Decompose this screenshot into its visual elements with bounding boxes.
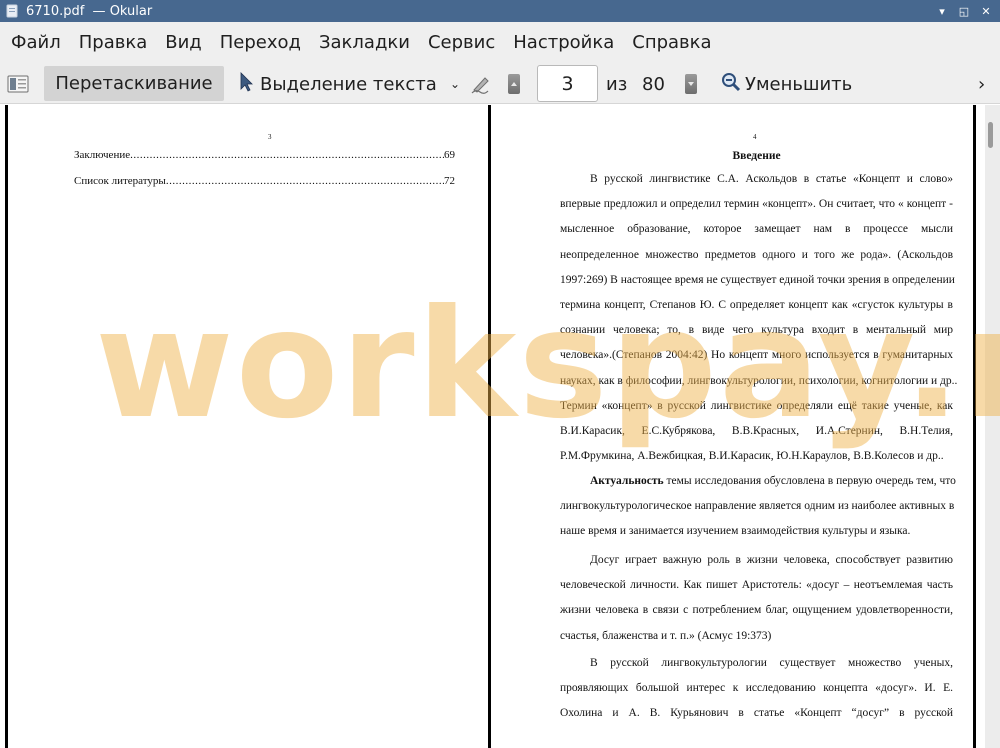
vertical-scrollbar[interactable]	[985, 105, 1000, 748]
left-page-number: 3	[268, 133, 272, 141]
text-line: жизни человека в связи с потреблением бл…	[560, 604, 953, 617]
text-line: мысленное образование, которое замещает …	[560, 223, 953, 236]
text-line: сознании человека; то, в виде чего культ…	[560, 324, 953, 337]
text-line: неопределенное множество предметов одног…	[560, 248, 953, 261]
text-line: проявляющих большой интерес к исследован…	[560, 682, 953, 695]
menu-bookmarks[interactable]: Закладки	[310, 22, 419, 64]
toc-leader	[130, 149, 444, 161]
bold-lead: Актуальность	[590, 475, 664, 487]
window-title: 6710.pdf — Okular	[26, 3, 153, 19]
text-line: В русской лингвокультурологии существует…	[590, 657, 953, 669]
maximize-button[interactable]: ◱	[955, 2, 973, 20]
paragraph-scholars: В русской лингвокультурологии существует…	[560, 651, 953, 727]
total-pages-label: 80	[642, 73, 665, 95]
paragraph-intro: В русской лингвистике С.А. Аскольдов в с…	[560, 167, 958, 469]
menu-tools[interactable]: Сервис	[419, 22, 504, 64]
browse-tool-button[interactable]: Перетаскивание	[44, 66, 224, 101]
text-line: В.И.Карасик, Е.С.Кубрякова, В.В.Красных,…	[560, 424, 953, 437]
zoom-out-magnifier-icon	[721, 72, 741, 97]
page-of-label: из	[606, 73, 628, 95]
menu-go[interactable]: Переход	[211, 22, 310, 64]
page-number-input[interactable]: 3	[537, 65, 598, 102]
page-left-edge	[5, 105, 8, 748]
text-select-tool-button[interactable]: Выделение текста	[238, 64, 437, 104]
text-line: лингвокультурологическое направление явл…	[560, 500, 955, 513]
menu-file[interactable]: Файл	[2, 22, 70, 64]
menu-help[interactable]: Справка	[623, 22, 720, 64]
text-line: Р.М.Фрумкина, А.Вежбицкая, В.И.Карасик, …	[560, 450, 944, 463]
previous-page-icon[interactable]	[508, 64, 520, 104]
text-line: науках, как в философии, лингвокультурол…	[560, 374, 958, 387]
section-heading: Введение	[732, 150, 781, 162]
paragraph-relevance: Актуальность темы исследования обусловле…	[560, 469, 956, 545]
menu-edit[interactable]: Правка	[70, 22, 157, 64]
text-line: термина концепт, Степанов Ю. С определяе…	[560, 298, 953, 311]
toc-title: Список литературы	[74, 175, 166, 187]
toc-page: 72	[444, 175, 455, 187]
text-line: Актуальность темы исследования обусловле…	[560, 469, 956, 494]
minimize-button[interactable]: ▾	[933, 2, 951, 20]
toc-title: Заключение	[74, 149, 131, 161]
toolbar-overflow-icon[interactable]: ›	[978, 64, 985, 104]
text-line: наше время и занимается изучением взаимо…	[560, 525, 911, 538]
text-line: Охолина и А. В. Курьянович в статье «Кон…	[560, 707, 953, 720]
chevron-down-icon[interactable]: ⌄	[450, 64, 460, 104]
text-line: Термин «концепт» в русской лингвистике о…	[560, 399, 953, 412]
main-toolbar: Перетаскивание Выделение текста ⌄ 3 из 8…	[0, 64, 1000, 104]
next-page-icon[interactable]	[685, 64, 697, 104]
text-line: В русской лингвистике С.А. Аскольдов в с…	[590, 173, 953, 185]
text-select-label: Выделение текста	[260, 73, 437, 95]
window-titlebar: 6710.pdf — Okular ▾ ◱ ✕	[0, 0, 1000, 22]
zoom-out-label: Уменьшить	[745, 73, 853, 95]
text-line: человеческой личности. Как пишет Аристот…	[560, 579, 953, 592]
toc-entry[interactable]: Список литературы 72	[74, 175, 455, 187]
close-button[interactable]: ✕	[977, 2, 995, 20]
toc-leader	[166, 175, 444, 187]
text-line: счастья, блаженства и т. п.» (Асмус 19:3…	[560, 629, 772, 642]
text-line: 1997:269) В настоящее время не существуе…	[560, 273, 955, 286]
menu-bar: Файл Правка Вид Переход Закладки Сервис …	[0, 22, 1000, 64]
paragraph-leisure: Досуг играет важную роль в жизни человек…	[560, 548, 953, 649]
signature-pen-icon[interactable]	[470, 64, 492, 104]
scrollbar-thumb[interactable]	[988, 122, 993, 148]
text-line: Досуг играет важную роль в жизни человек…	[590, 554, 953, 566]
document-viewer[interactable]: 3 Заключение 69 Список литературы 72 4 В…	[0, 105, 1000, 748]
text-select-cursor-icon	[238, 71, 254, 97]
page-separator	[488, 105, 491, 748]
browse-tool-label: Перетаскивание	[55, 73, 213, 94]
text-line: впервые предложил и определил термин «ко…	[560, 198, 953, 211]
okular-app-icon	[4, 3, 20, 19]
page-right-edge	[973, 105, 976, 748]
right-page-number: 4	[753, 133, 757, 141]
sidebar-toggle-icon[interactable]	[7, 64, 29, 104]
text-run: темы исследования обусловлена в первую о…	[663, 475, 956, 487]
menu-settings[interactable]: Настройка	[504, 22, 623, 64]
text-line: человека».(Степанов 2004:42) Но концепт …	[560, 349, 953, 362]
zoom-out-button[interactable]: Уменьшить	[721, 64, 852, 104]
menu-view[interactable]: Вид	[156, 22, 211, 64]
toc-page: 69	[444, 149, 455, 161]
toc-entry[interactable]: Заключение 69	[74, 149, 455, 161]
